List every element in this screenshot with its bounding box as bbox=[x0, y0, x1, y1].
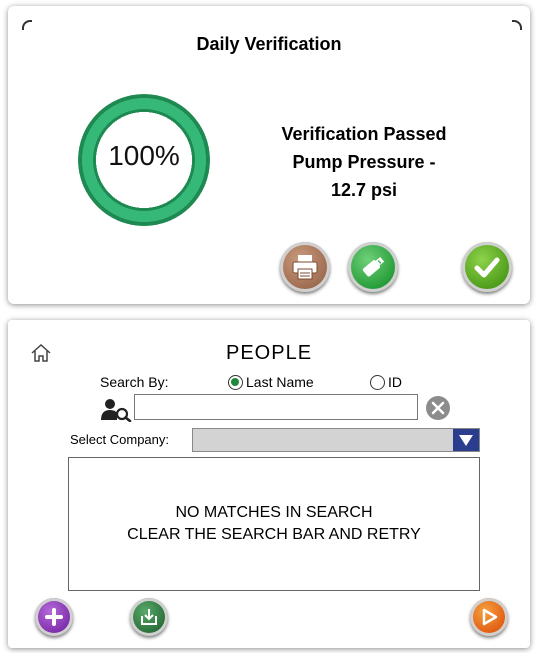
empty-results-hint: CLEAR THE SEARCH BAR AND RETRY bbox=[127, 526, 421, 543]
search-by-label: Search By: bbox=[100, 374, 169, 390]
verification-status: Verification Passed Pump Pressure - 12.7… bbox=[258, 120, 470, 204]
close-icon bbox=[431, 401, 445, 415]
radio-label: Last Name bbox=[246, 374, 314, 390]
daily-verification-panel: Daily Verification 100% Verification Pas… bbox=[8, 6, 530, 304]
progress-percent: 100% bbox=[108, 140, 180, 171]
people-panel: PEOPLE Search By: Last Name ID Select Co… bbox=[8, 320, 530, 648]
company-select[interactable] bbox=[192, 428, 480, 452]
status-line: Verification Passed bbox=[281, 124, 447, 144]
usb-export-button[interactable] bbox=[348, 242, 398, 292]
play-icon bbox=[482, 608, 498, 626]
usb-icon bbox=[362, 256, 385, 277]
home-icon[interactable] bbox=[30, 342, 52, 364]
import-button[interactable] bbox=[130, 598, 168, 636]
corner-decoration bbox=[512, 20, 522, 30]
corner-decoration bbox=[22, 20, 32, 30]
checkmark-icon bbox=[474, 257, 500, 278]
progress-ring: 100% bbox=[78, 94, 210, 226]
panel-title: Daily Verification bbox=[196, 34, 342, 54]
radio-label: ID bbox=[388, 374, 402, 390]
radio-id[interactable]: ID bbox=[370, 374, 402, 390]
search-results-list: NO MATCHES IN SEARCH CLEAR THE SEARCH BA… bbox=[68, 457, 480, 591]
confirm-button[interactable] bbox=[462, 242, 512, 292]
search-input[interactable] bbox=[134, 394, 418, 420]
person-search-icon bbox=[101, 399, 132, 422]
add-person-button[interactable] bbox=[35, 598, 73, 636]
page-title: PEOPLE bbox=[226, 342, 313, 364]
print-button[interactable] bbox=[280, 242, 330, 292]
printer-icon bbox=[292, 255, 318, 280]
plus-icon bbox=[45, 608, 63, 626]
radio-indicator[interactable] bbox=[228, 374, 243, 390]
next-button[interactable] bbox=[470, 598, 508, 636]
clear-search-button[interactable] bbox=[426, 396, 450, 420]
radio-indicator[interactable] bbox=[370, 374, 385, 390]
status-line: 12.7 psi bbox=[330, 180, 398, 200]
empty-results-message: NO MATCHES IN SEARCH bbox=[175, 504, 373, 521]
chevron-down-icon bbox=[459, 435, 473, 446]
status-line: Pump Pressure - bbox=[292, 152, 436, 172]
radio-last-name[interactable]: Last Name bbox=[228, 374, 314, 390]
select-company-label: Select Company: bbox=[70, 432, 169, 447]
download-icon bbox=[141, 609, 157, 625]
select-dropdown-button[interactable] bbox=[453, 429, 479, 451]
